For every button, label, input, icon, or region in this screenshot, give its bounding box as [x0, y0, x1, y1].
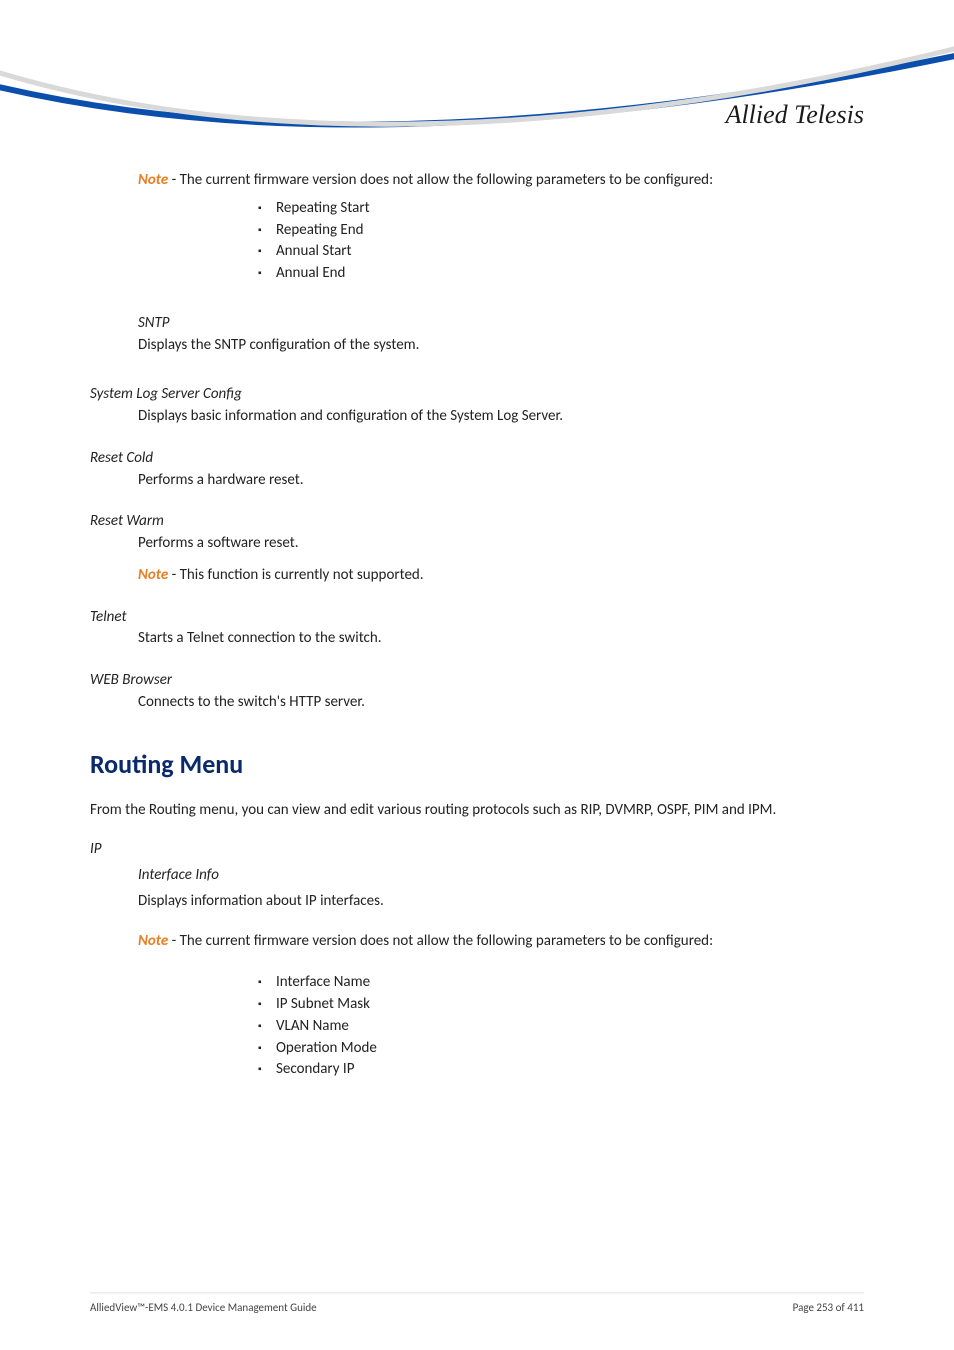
note-body: - The current firmware version does not …	[168, 932, 713, 950]
note-label: Note	[138, 932, 168, 950]
telnet-body: Starts a Telnet connection to the switch…	[138, 628, 864, 650]
page-header-swoosh: Allied Telesis	[0, 40, 954, 160]
list-item: Repeating End	[258, 220, 864, 242]
resetwarm-term: Reset Warm	[90, 511, 864, 533]
telnet-term: Telnet	[90, 607, 864, 629]
web-term: WEB Browser	[90, 670, 864, 692]
resetcold-body: Performs a hardware reset.	[138, 470, 864, 492]
list-item: VLAN Name	[258, 1016, 864, 1038]
resetwarm-body: Performs a software reset.	[138, 533, 864, 555]
syslog-term: System Log Server Config	[90, 384, 864, 406]
note-label: Note	[138, 171, 168, 189]
list-item: Annual Start	[258, 241, 864, 263]
ip-note: Note - The current firmware version does…	[138, 931, 864, 953]
note-label: Note	[138, 566, 168, 584]
list-item: Annual End	[258, 263, 864, 285]
footer-right: Page 253 of 411	[793, 1301, 864, 1314]
ip-term: IP	[90, 839, 864, 861]
ip-note-bullets: Interface Name IP Subnet Mask VLAN Name …	[258, 972, 864, 1081]
list-item: Interface Name	[258, 972, 864, 994]
web-body: Connects to the switch's HTTP server.	[138, 692, 864, 714]
footer-left: AlliedView™-EMS 4.0.1 Device Management …	[90, 1301, 317, 1314]
page-footer: AlliedView™-EMS 4.0.1 Device Management …	[90, 1292, 864, 1314]
list-item: Secondary IP	[258, 1059, 864, 1081]
routing-heading: Routing Menu	[90, 748, 864, 780]
ip-interface-body: Displays information about IP interfaces…	[138, 891, 864, 913]
list-item: Operation Mode	[258, 1038, 864, 1060]
resetwarm-note: Note - This function is currently not su…	[138, 565, 864, 587]
sntp-body: Displays the SNTP configuration of the s…	[138, 335, 864, 357]
list-item: IP Subnet Mask	[258, 994, 864, 1016]
sntp-term: SNTP	[138, 313, 864, 335]
resetcold-term: Reset Cold	[90, 448, 864, 470]
note-body: - The current firmware version does not …	[168, 171, 713, 189]
ip-interface-term: Interface Info	[138, 865, 864, 887]
routing-intro: From the Routing menu, you can view and …	[90, 800, 864, 822]
brand-logo: Allied Telesis	[726, 100, 864, 130]
syslog-body: Displays basic information and configura…	[138, 406, 864, 428]
note-body: - This function is currently not support…	[168, 566, 423, 584]
